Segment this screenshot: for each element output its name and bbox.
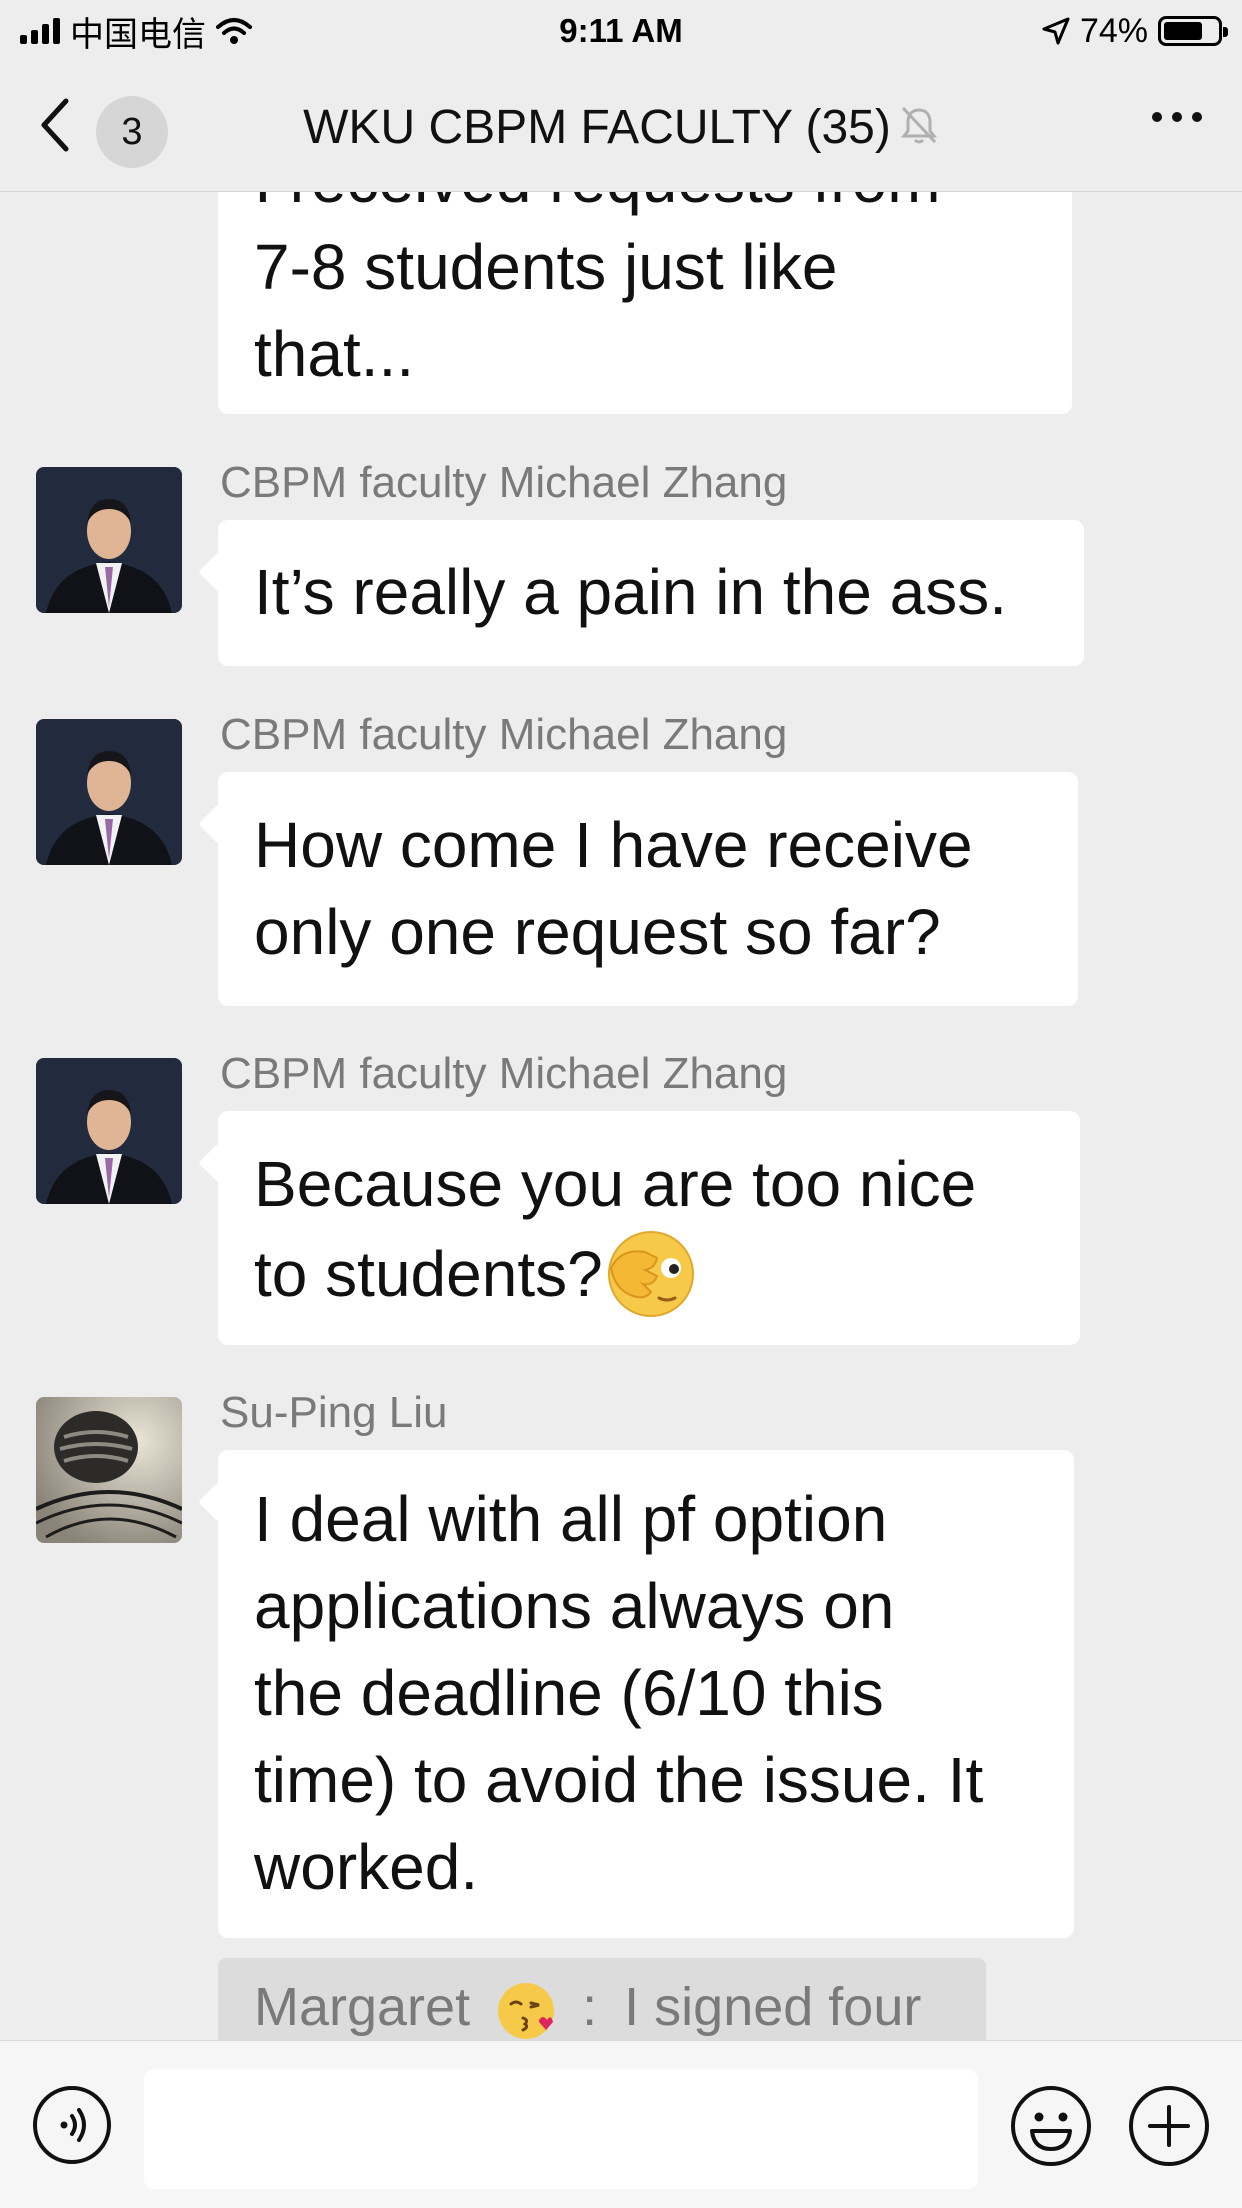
message-line: applications always on <box>254 1570 895 1642</box>
message-list[interactable]: I received requests from 7-8 students ju… <box>0 192 1242 2040</box>
message-line: Because you are too nice <box>254 1148 977 1220</box>
sender-name: CBPM faculty Michael Zhang <box>220 710 788 759</box>
quoted-message[interactable]: Margaret : I signed four <box>218 1958 986 2040</box>
voice-input-button[interactable] <box>32 2085 112 2165</box>
message-line: to students? <box>254 1237 603 1310</box>
message-bubble[interactable]: It’s really a pain in the ass. <box>218 520 1084 666</box>
battery-percent: 74% <box>1079 11 1148 50</box>
message-line: It’s really a pain in the ass. <box>254 556 1007 628</box>
message-bubble[interactable]: How come I have receive only one request… <box>218 772 1078 1006</box>
message-bubble[interactable]: I received requests from 7-8 students ju… <box>218 192 1072 414</box>
mute-bell-icon <box>899 103 939 158</box>
wifi-icon <box>216 18 252 44</box>
facepalm-peek-emoji-icon <box>607 1231 694 1317</box>
sender-name: CBPM faculty Michael Zhang <box>220 458 788 507</box>
smiley-icon <box>1011 2086 1091 2166</box>
chat-title-wrap: WKU CBPM FACULTY (35) <box>0 100 1242 158</box>
status-left: 中国电信 <box>20 7 252 56</box>
location-arrow-icon <box>1042 17 1070 45</box>
message-line: 7-8 students just like <box>254 231 838 303</box>
quoted-separator: : <box>582 1977 598 2037</box>
message-line-with-emoji: to students? <box>254 1228 1044 1320</box>
kiss-emoji-icon <box>498 1982 555 2039</box>
sender-name: Su-Ping Liu <box>220 1388 448 1437</box>
battery-icon <box>1158 16 1228 46</box>
more-actions-button[interactable] <box>1128 2085 1210 2167</box>
more-options-button[interactable] <box>1152 112 1202 122</box>
carrier-label: 中国电信 <box>70 15 206 54</box>
sender-name: CBPM faculty Michael Zhang <box>220 1049 788 1098</box>
message-line: worked. <box>254 1831 479 1903</box>
message-input[interactable] <box>144 2069 978 2189</box>
quoted-sender: Margaret <box>254 1977 471 2037</box>
message-line: time) to avoid the issue. It <box>254 1744 984 1816</box>
avatar[interactable] <box>36 467 182 613</box>
voice-icon <box>33 2086 111 2164</box>
avatar[interactable] <box>36 719 182 865</box>
message-bubble[interactable]: Because you are too nice to students? <box>218 1111 1080 1345</box>
plus-circle-icon <box>1129 2086 1209 2166</box>
chat-header: 3 WKU CBPM FACULTY (35) <box>0 62 1242 192</box>
avatar[interactable] <box>36 1058 182 1204</box>
message-line: only one request so far? <box>254 896 941 968</box>
message-line: that... <box>254 318 415 390</box>
status-bar: 中国电信 9:11 AM 74% <box>0 0 1242 62</box>
chat-title: WKU CBPM FACULTY (35) <box>303 101 891 154</box>
message-line: the deadline (6/10 this <box>254 1657 884 1729</box>
quoted-text: I signed four <box>624 1977 922 2037</box>
message-line: I received requests from <box>254 192 1036 224</box>
message-bubble[interactable]: I deal with all pf option applications a… <box>218 1450 1074 1938</box>
input-bar <box>0 2040 1242 2208</box>
message-line: How come I have receive <box>254 809 973 881</box>
status-right: 74% <box>1042 11 1228 51</box>
message-line: I deal with all pf option <box>254 1483 888 1555</box>
signal-strength-icon <box>20 18 60 44</box>
emoji-button[interactable] <box>1010 2085 1092 2167</box>
avatar[interactable] <box>36 1397 182 1543</box>
